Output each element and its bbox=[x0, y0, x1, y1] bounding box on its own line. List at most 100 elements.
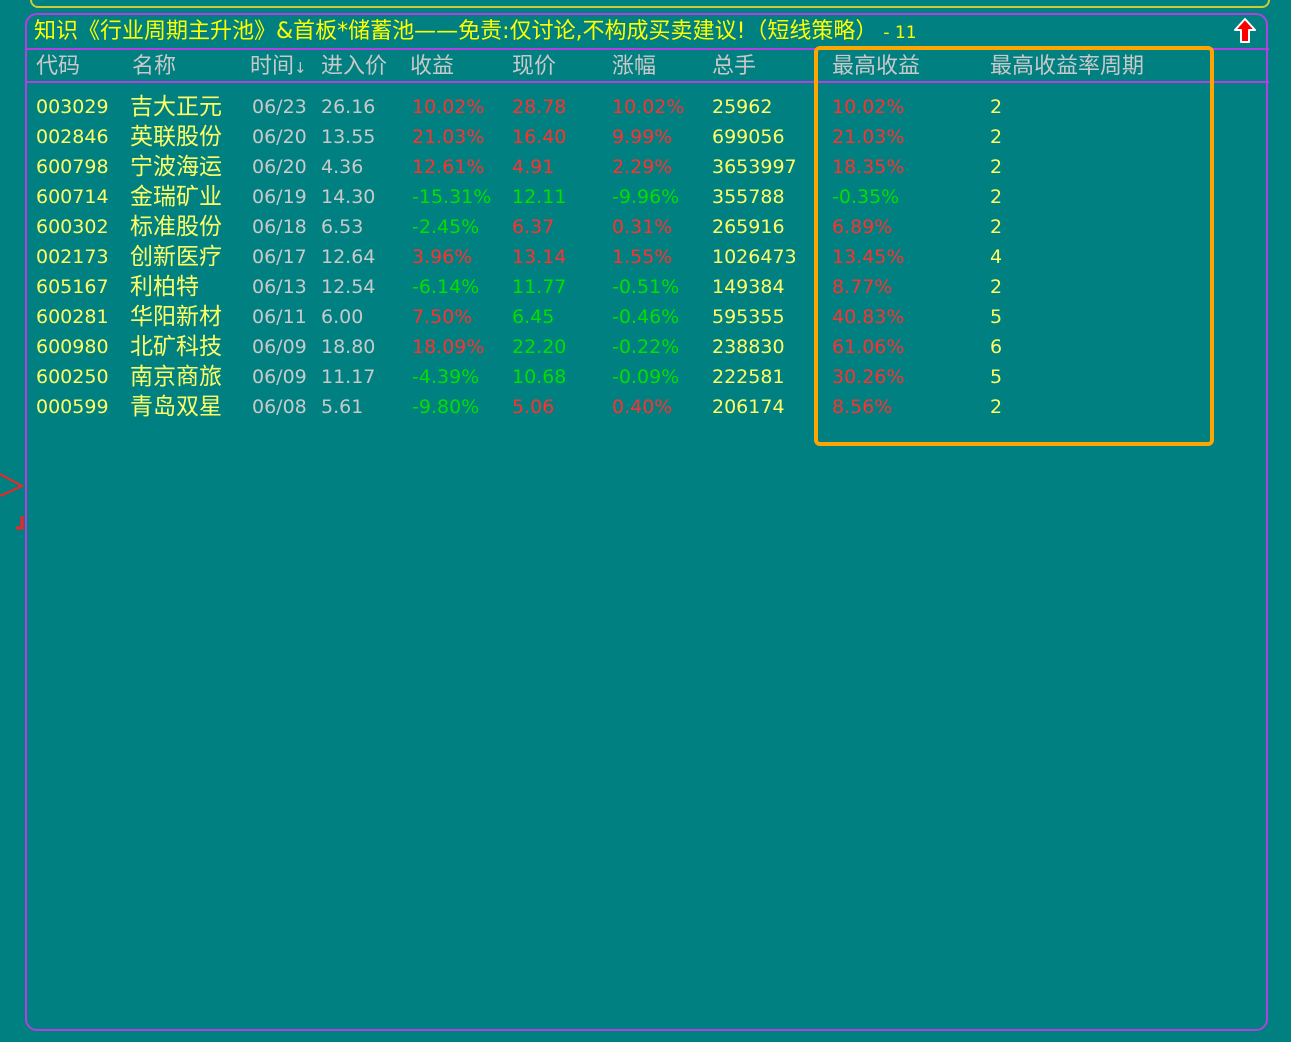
col-header-return[interactable]: 收益 bbox=[410, 52, 454, 82]
stock-name: 青岛双星 bbox=[130, 394, 222, 420]
entry-date: 06/09 bbox=[252, 336, 307, 358]
entry-price: 12.64 bbox=[321, 246, 376, 268]
entry-price: 13.55 bbox=[321, 126, 376, 148]
return-value: 12.61% bbox=[412, 156, 485, 178]
stock-name: 英联股份 bbox=[130, 124, 222, 150]
red-up-arrow-icon[interactable] bbox=[1234, 18, 1256, 44]
change-percent: -9.96% bbox=[612, 186, 680, 208]
entry-price: 5.61 bbox=[321, 396, 364, 418]
current-price: 4.91 bbox=[512, 156, 555, 178]
change-percent: 0.40% bbox=[612, 396, 673, 418]
entry-date: 06/09 bbox=[252, 366, 307, 388]
volume: 595355 bbox=[712, 306, 785, 328]
volume: 355788 bbox=[712, 186, 785, 208]
current-price: 16.40 bbox=[512, 126, 567, 148]
return-value: -15.31% bbox=[412, 186, 492, 208]
col-header-name[interactable]: 名称 bbox=[132, 52, 176, 82]
return-value: -2.45% bbox=[412, 216, 480, 238]
stock-code: 600980 bbox=[36, 336, 109, 358]
stock-name: 华阳新材 bbox=[130, 304, 222, 330]
current-price: 13.14 bbox=[512, 246, 567, 268]
col-header-code[interactable]: 代码 bbox=[36, 52, 80, 82]
entry-price: 12.54 bbox=[321, 276, 376, 298]
col-header-time-label: 时间 bbox=[250, 54, 295, 79]
stock-code: 600714 bbox=[36, 186, 109, 208]
current-price: 6.45 bbox=[512, 306, 555, 328]
entry-price: 18.80 bbox=[321, 336, 376, 358]
entry-price: 14.30 bbox=[321, 186, 376, 208]
change-percent: 9.99% bbox=[612, 126, 673, 148]
entry-date: 06/19 bbox=[252, 186, 307, 208]
stock-name: 金瑞矿业 bbox=[130, 184, 222, 210]
entry-price: 11.17 bbox=[321, 366, 376, 388]
volume: 238830 bbox=[712, 336, 785, 358]
return-value: 3.96% bbox=[412, 246, 473, 268]
change-percent: -0.22% bbox=[612, 336, 680, 358]
change-percent: 1.55% bbox=[612, 246, 673, 268]
volume: 1026473 bbox=[712, 246, 797, 268]
return-value: -9.80% bbox=[412, 396, 480, 418]
stock-name: 标准股份 bbox=[130, 214, 222, 240]
return-value: 7.50% bbox=[412, 306, 473, 328]
stock-code: 600250 bbox=[36, 366, 109, 388]
stock-code: 000599 bbox=[36, 396, 109, 418]
current-price: 10.68 bbox=[512, 366, 567, 388]
sort-down-icon: ↓ bbox=[294, 59, 307, 77]
entry-price: 4.36 bbox=[321, 156, 364, 178]
stock-code: 605167 bbox=[36, 276, 109, 298]
current-price: 28.78 bbox=[512, 96, 567, 118]
volume: 25962 bbox=[712, 96, 773, 118]
entry-date: 06/08 bbox=[252, 396, 307, 418]
stock-name: 宁波海运 bbox=[130, 154, 222, 180]
stock-name: 利柏特 bbox=[130, 274, 199, 300]
stock-name: 创新医疗 bbox=[130, 244, 222, 270]
change-percent: -0.51% bbox=[612, 276, 680, 298]
entry-date: 06/20 bbox=[252, 126, 307, 148]
entry-price: 26.16 bbox=[321, 96, 376, 118]
volume: 3653997 bbox=[712, 156, 797, 178]
stock-code: 002173 bbox=[36, 246, 109, 268]
volume: 206174 bbox=[712, 396, 785, 418]
stock-code: 600798 bbox=[36, 156, 109, 178]
current-price: 6.37 bbox=[512, 216, 555, 238]
col-header-change[interactable]: 涨幅 bbox=[612, 52, 656, 82]
entry-date: 06/17 bbox=[252, 246, 307, 268]
stock-name: 南京商旅 bbox=[130, 364, 222, 390]
top-panel-edge bbox=[30, 0, 1270, 8]
entry-price: 6.53 bbox=[321, 216, 364, 238]
stock-code: 002846 bbox=[36, 126, 109, 148]
stock-code: 003029 bbox=[36, 96, 109, 118]
panel-title-text: 知识《行业周期主升池》&首板*储蓄池——免责:仅讨论,不构成买卖建议!（短线策略… bbox=[34, 19, 878, 44]
stock-name: 北矿科技 bbox=[130, 334, 222, 360]
panel-title: 知识《行业周期主升池》&首板*储蓄池——免责:仅讨论,不构成买卖建议!（短线策略… bbox=[34, 17, 917, 48]
volume: 699056 bbox=[712, 126, 785, 148]
return-value: -6.14% bbox=[412, 276, 480, 298]
current-price: 11.77 bbox=[512, 276, 567, 298]
stock-code: 600281 bbox=[36, 306, 109, 328]
entry-date: 06/18 bbox=[252, 216, 307, 238]
entry-date: 06/20 bbox=[252, 156, 307, 178]
highlight-box bbox=[814, 46, 1214, 446]
volume: 222581 bbox=[712, 366, 785, 388]
col-header-entry-price[interactable]: 进入价 bbox=[321, 52, 387, 82]
current-price: 5.06 bbox=[512, 396, 555, 418]
change-percent: 2.29% bbox=[612, 156, 673, 178]
entry-date: 06/11 bbox=[252, 306, 307, 328]
return-value: 21.03% bbox=[412, 126, 485, 148]
current-price: 12.11 bbox=[512, 186, 567, 208]
return-value: 18.09% bbox=[412, 336, 485, 358]
change-percent: -0.46% bbox=[612, 306, 680, 328]
col-header-volume[interactable]: 总手 bbox=[712, 52, 756, 82]
col-header-time[interactable]: 时间↓ bbox=[250, 52, 307, 83]
change-percent: 10.02% bbox=[612, 96, 685, 118]
red-chevron-icon bbox=[0, 473, 25, 530]
row-count: - 11 bbox=[883, 23, 917, 43]
stock-name: 吉大正元 bbox=[130, 94, 222, 120]
col-header-current-price[interactable]: 现价 bbox=[512, 52, 556, 82]
volume: 149384 bbox=[712, 276, 785, 298]
change-percent: 0.31% bbox=[612, 216, 673, 238]
return-value: 10.02% bbox=[412, 96, 485, 118]
entry-price: 6.00 bbox=[321, 306, 364, 328]
entry-date: 06/13 bbox=[252, 276, 307, 298]
stock-code: 600302 bbox=[36, 216, 109, 238]
